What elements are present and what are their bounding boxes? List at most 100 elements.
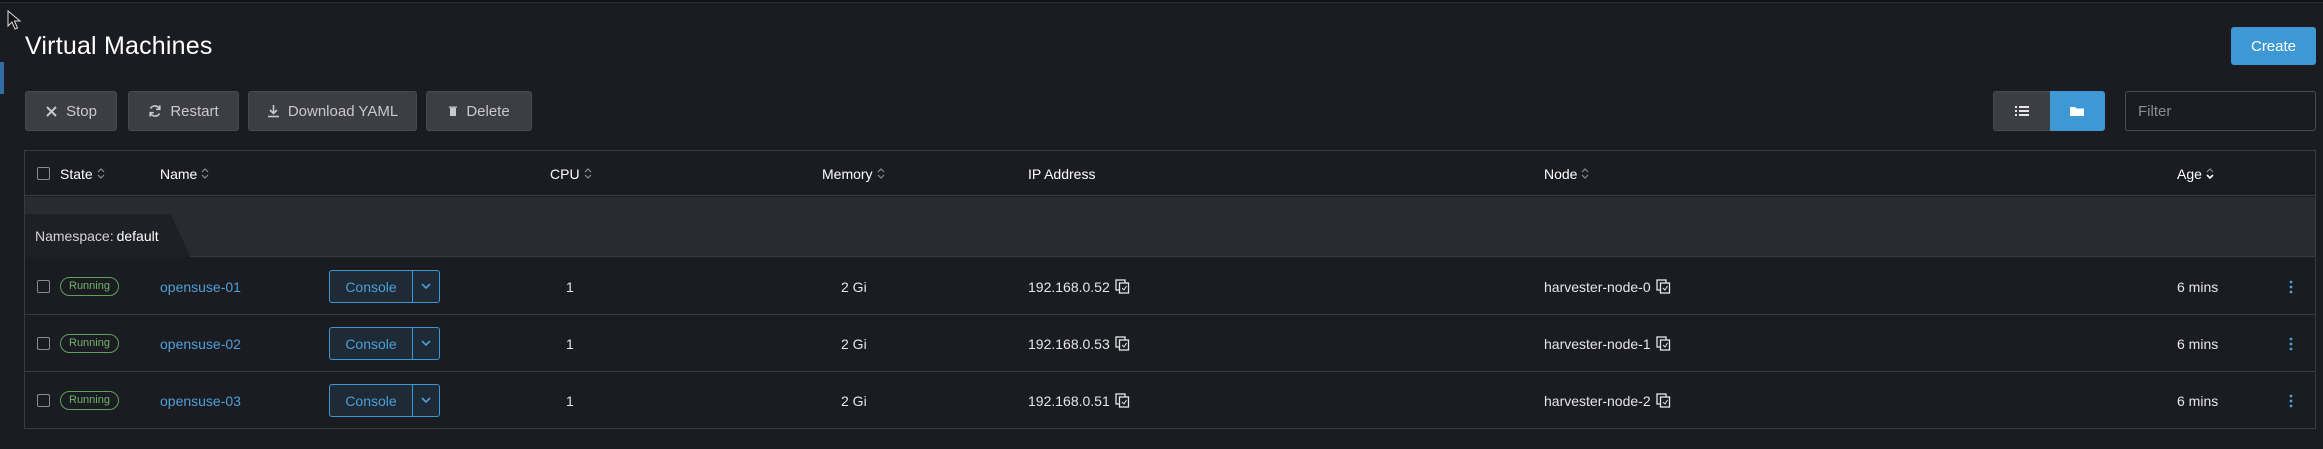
flat-list-view-button[interactable]: [1993, 91, 2050, 131]
more-actions-icon[interactable]: [2289, 394, 2293, 408]
checkbox: [37, 337, 50, 350]
page-title: Virtual Machines: [25, 32, 213, 60]
column-header-cpu[interactable]: CPU: [550, 151, 592, 196]
restart-button-label: Restart: [170, 102, 219, 120]
sort-icon: [877, 168, 885, 179]
column-header-ip-address: IP Address: [1028, 151, 1095, 196]
download-yaml-label: Download YAML: [287, 102, 399, 120]
sort-icon: [584, 168, 592, 179]
cpu-value: 1: [566, 335, 574, 352]
console-button[interactable]: Console: [329, 270, 440, 303]
memory-value: 2 Gi: [841, 278, 867, 295]
copy-icon[interactable]: [1115, 279, 1130, 294]
filter-input[interactable]: [2125, 91, 2316, 131]
console-label: Console: [330, 271, 413, 302]
top-border: [0, 0, 2323, 3]
age-value: 6 mins: [2177, 278, 2219, 295]
cpu-value: 1: [566, 278, 574, 295]
column-label: Name: [160, 165, 198, 182]
vm-table: State Name CPU Memory IP Address Node Ag…: [24, 150, 2316, 429]
namespace-group-label: Namespace: default: [25, 214, 191, 257]
stop-button[interactable]: Stop: [25, 91, 117, 131]
column-label: Node: [1544, 165, 1578, 182]
sort-icon: [1581, 168, 1589, 179]
console-label: Console: [330, 385, 413, 416]
column-header-age[interactable]: Age: [2177, 151, 2214, 196]
chevron-down-icon[interactable]: [413, 385, 439, 416]
age-value: 6 mins: [2177, 335, 2219, 352]
namespace-group-row: Namespace: default: [25, 197, 2315, 257]
sidebar-active-indicator: [0, 62, 4, 94]
select-all-checkbox[interactable]: [37, 151, 50, 196]
mouse-cursor-icon: [7, 10, 22, 30]
node-value: harvester-node-1: [1544, 335, 1651, 352]
node-value: harvester-node-2: [1544, 392, 1651, 409]
close-icon: [45, 105, 58, 118]
create-button[interactable]: Create: [2231, 27, 2316, 65]
more-actions-icon[interactable]: [2289, 337, 2293, 351]
copy-icon[interactable]: [1115, 336, 1130, 351]
sort-icon: [201, 168, 209, 179]
console-button[interactable]: Console: [329, 327, 440, 360]
ip-address-value: 192.168.0.53: [1028, 335, 1110, 352]
group-by-namespace-button[interactable]: [2049, 91, 2105, 131]
column-label: IP Address: [1028, 165, 1096, 182]
delete-button[interactable]: Delete: [426, 91, 532, 131]
status-badge: Running: [60, 334, 119, 353]
vm-name-link[interactable]: opensuse-03: [160, 393, 241, 409]
memory-value: 2 Gi: [841, 392, 867, 409]
console-label: Console: [330, 328, 413, 359]
copy-icon[interactable]: [1655, 279, 1671, 294]
vm-name-link[interactable]: opensuse-01: [160, 279, 241, 295]
chevron-down-icon[interactable]: [413, 271, 439, 302]
table-header: State Name CPU Memory IP Address Node Ag…: [25, 151, 2315, 196]
folder-icon: [2070, 105, 2085, 117]
column-label: Memory: [822, 165, 873, 182]
copy-icon[interactable]: [1655, 336, 1671, 351]
console-button[interactable]: Console: [329, 384, 440, 417]
column-header-node[interactable]: Node: [1544, 151, 1589, 196]
app-frame: Virtual Machines Create Stop Restart Dow…: [0, 0, 2323, 449]
delete-button-label: Delete: [466, 102, 510, 120]
refresh-icon: [148, 104, 162, 118]
ip-address-value: 192.168.0.51: [1028, 392, 1110, 409]
column-header-memory[interactable]: Memory: [822, 151, 885, 196]
cpu-value: 1: [566, 392, 574, 409]
download-icon: [267, 104, 280, 118]
copy-icon[interactable]: [1655, 393, 1671, 408]
sort-descending-icon: [2206, 168, 2214, 179]
ip-address-value: 192.168.0.52: [1028, 278, 1110, 295]
column-label: Age: [2177, 165, 2202, 182]
restart-button[interactable]: Restart: [128, 91, 239, 131]
stop-button-label: Stop: [66, 102, 97, 120]
status-badge: Running: [60, 277, 119, 296]
table-row: Running opensuse-03 Console 1 2 Gi 192.1…: [25, 372, 2315, 429]
more-actions-icon[interactable]: [2289, 280, 2293, 294]
column-header-state[interactable]: State: [60, 151, 105, 196]
row-checkbox[interactable]: [37, 372, 50, 429]
row-checkbox[interactable]: [37, 258, 50, 315]
checkbox: [37, 280, 50, 293]
age-value: 6 mins: [2177, 392, 2219, 409]
trash-icon: [448, 105, 458, 117]
sort-icon: [97, 168, 105, 179]
status-badge: Running: [60, 391, 119, 410]
download-yaml-button[interactable]: Download YAML: [248, 91, 417, 131]
node-value: harvester-node-0: [1544, 278, 1651, 295]
vm-name-link[interactable]: opensuse-02: [160, 336, 241, 352]
column-label: State: [60, 165, 93, 182]
namespace-prefix: Namespace:: [35, 227, 114, 244]
column-label: CPU: [550, 165, 580, 182]
namespace-value: default: [116, 227, 159, 244]
column-header-name[interactable]: Name: [160, 151, 209, 196]
chevron-down-icon[interactable]: [413, 328, 439, 359]
row-checkbox[interactable]: [37, 315, 50, 372]
table-row: Running opensuse-02 Console 1 2 Gi 192.1…: [25, 315, 2315, 372]
view-mode-toggle: [1993, 91, 2105, 131]
checkbox: [37, 167, 50, 180]
table-row: Running opensuse-01 Console 1 2 Gi 192.1…: [25, 258, 2315, 315]
checkbox: [37, 394, 50, 407]
memory-value: 2 Gi: [841, 335, 867, 352]
copy-icon[interactable]: [1115, 393, 1130, 408]
list-icon: [2014, 105, 2029, 117]
